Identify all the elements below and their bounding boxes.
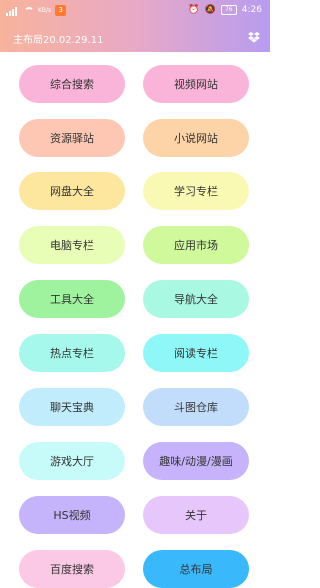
network-speed: KB/s (38, 7, 52, 14)
status-bar: KB/s 3 ⏰ 🔕 76 4:26 (0, 0, 270, 22)
menu-button[interactable]: 游戏大厅 (19, 442, 125, 480)
app-header: 主布局20.02.29.11 (0, 22, 270, 52)
menu-button-label: 工具大全 (50, 293, 94, 306)
menu-button-label: 小说网站 (174, 132, 218, 145)
battery-icon: 76 (220, 5, 237, 15)
menu-button[interactable]: 视频网站 (143, 65, 249, 103)
menu-button[interactable]: HS视频 (19, 496, 125, 534)
menu-button[interactable]: 小说网站 (143, 119, 249, 157)
menu-button-label: 热点专栏 (50, 347, 94, 360)
menu-button[interactable]: 总布局 (143, 550, 249, 588)
menu-button[interactable]: 关于 (143, 496, 249, 534)
menu-button[interactable]: 综合搜索 (19, 65, 125, 103)
menu-button-label: 资源驿站 (50, 132, 94, 145)
menu-button-label: HS视频 (53, 509, 91, 522)
menu-button-label: 总布局 (179, 563, 213, 576)
menu-button-label: 游戏大厅 (50, 455, 94, 468)
wifi-icon (24, 6, 34, 15)
notification-badge: 3 (55, 5, 67, 16)
menu-button[interactable]: 电脑专栏 (19, 226, 125, 264)
menu-button[interactable]: 斗图仓库 (143, 388, 249, 426)
menu-button-label: 应用市场 (174, 239, 218, 252)
page-title: 主布局20.02.29.11 (13, 35, 104, 46)
menu-button[interactable]: 阅读专栏 (143, 334, 249, 372)
menu-button[interactable]: 导航大全 (143, 280, 249, 318)
menu-button-label: 关于 (185, 509, 207, 522)
status-right: ⏰ 🔕 76 4:26 (188, 5, 262, 15)
menu-button-label: 趣味/动漫/漫画 (159, 455, 233, 468)
menu-button-label: 电脑专栏 (50, 239, 94, 252)
menu-button[interactable]: 热点专栏 (19, 334, 125, 372)
menu-button[interactable]: 百度搜索 (19, 550, 125, 588)
menu-button-label: 综合搜索 (50, 78, 94, 91)
dropbox-icon[interactable] (248, 31, 260, 43)
menu-button-label: 百度搜索 (50, 563, 94, 576)
menu-button-label: 视频网站 (174, 78, 218, 91)
menu-button[interactable]: 资源驿站 (19, 119, 125, 157)
menu-button-label: 导航大全 (174, 293, 218, 306)
menu-button-label: 聊天宝典 (50, 401, 94, 414)
menu-button-label: 斗图仓库 (174, 401, 218, 414)
alarm-icon: ⏰ (188, 5, 200, 15)
menu-button[interactable]: 应用市场 (143, 226, 249, 264)
menu-button[interactable]: 学习专栏 (143, 172, 249, 210)
menu-button[interactable]: 工具大全 (19, 280, 125, 318)
menu-button-label: 网盘大全 (50, 185, 94, 198)
signal-icon (6, 6, 20, 16)
clock: 4:26 (241, 5, 262, 15)
menu-button-label: 学习专栏 (174, 185, 218, 198)
status-left: KB/s 3 (6, 5, 67, 16)
menu-button[interactable]: 网盘大全 (19, 172, 125, 210)
menu-button[interactable]: 聊天宝典 (19, 388, 125, 426)
mute-icon: 🔕 (204, 5, 216, 15)
menu-button[interactable]: 趣味/动漫/漫画 (143, 442, 249, 480)
menu-button-label: 阅读专栏 (174, 347, 218, 360)
